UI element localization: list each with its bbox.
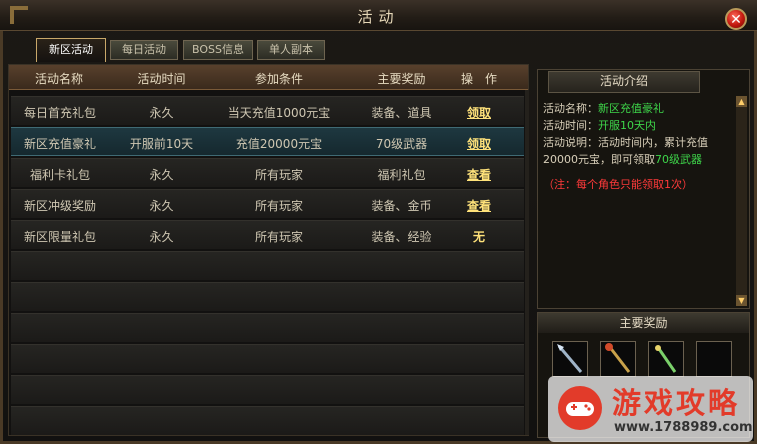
claim-link[interactable]: 领取 [439,135,519,152]
intro-time-label: 活动时间： [543,119,598,132]
activity-time: 永久 [149,199,174,213]
claim-link[interactable]: 领取 [439,104,519,121]
activity-name: 新区限量礼包 [23,230,96,244]
col-header: 活动名称 [34,72,83,86]
tab-boss-info[interactable]: BOSS信息 [183,40,253,60]
intro-desc-highlight: 70级武器 [655,153,702,166]
intro-text: 活动名称：新区充值豪礼 活动时间：开服10天内 活动说明：活动时间内，累计充值2… [543,100,731,193]
empty-row [11,313,524,342]
table-row[interactable]: 新区冲级奖励 永久 所有玩家 装备、金币 查看 [11,189,524,218]
col-header: 操 作 [460,72,497,86]
window-title: 活动 [357,8,400,26]
activity-time: 开服前10天 [129,137,194,151]
activity-name: 每日首充礼包 [23,106,96,120]
empty-row [11,344,524,373]
activity-condition: 所有玩家 [254,168,303,182]
intro-note: （注：每个角色只能领取1次） [543,178,693,191]
activity-intro-panel: 活动介绍 活动名称：新区充值豪礼 活动时间：开服10天内 活动说明：活动时间内，… [537,69,750,309]
table-scrollbar[interactable] [525,90,529,435]
tab-new-server[interactable]: 新区活动 [36,38,106,62]
close-button[interactable]: ✕ [725,8,747,30]
activity-table: 活动名称 活动时间 参加条件 主要奖励 操 作 每日首充礼包 永久 当天充值10… [8,64,529,436]
col-header: 参加条件 [254,72,303,86]
intro-desc-label: 活动说明： [543,136,598,149]
activity-name: 新区冲级奖励 [23,199,96,213]
activity-time: 永久 [149,230,174,244]
sword-icon [655,345,677,373]
scroll-down-icon[interactable]: ▼ [736,295,747,306]
activity-name: 福利卡礼包 [29,168,90,182]
table-row[interactable]: 福利卡礼包 永久 所有玩家 福利礼包 查看 [11,158,524,187]
watermark-url: www.1788989.com [614,420,753,435]
intro-scrollbar[interactable]: ▲ ▼ [736,96,747,306]
reward-slot[interactable] [600,341,636,377]
reward-slot[interactable] [648,341,684,377]
intro-name-value: 新区充值豪礼 [598,102,664,115]
action-none: 无 [472,230,485,244]
empty-row [11,406,524,435]
activity-time: 永久 [149,168,174,182]
intro-time-value: 开服10天内 [598,119,656,132]
col-header: 活动时间 [137,72,186,86]
activity-condition: 所有玩家 [254,230,303,244]
activity-condition: 所有玩家 [254,199,303,213]
activity-name: 新区充值豪礼 [23,137,96,151]
view-link[interactable]: 查看 [439,166,519,183]
empty-row [11,251,524,280]
activity-time: 永久 [149,106,174,120]
staff-icon [605,343,631,373]
tab-daily[interactable]: 每日活动 [110,40,178,60]
tab-solo-dungeon[interactable]: 单人副本 [257,40,325,60]
watermark-title: 游戏攻略 [612,386,741,420]
gamepad-logo-icon [558,386,602,430]
empty-row [11,282,524,311]
intro-title: 活动介绍 [548,71,700,93]
reward-slot[interactable] [552,341,588,377]
scroll-up-icon[interactable]: ▲ [736,96,747,107]
view-link[interactable]: 查看 [439,197,519,214]
activity-condition: 充值20000元宝 [235,137,323,151]
spear-icon [557,344,583,373]
intro-name-label: 活动名称： [543,102,598,115]
table-header: 活动名称 活动时间 参加条件 主要奖励 操 作 [9,65,528,90]
title-bar: 活动 ✕ [0,0,757,31]
empty-row [11,375,524,404]
table-row[interactable]: 新区限量礼包 永久 所有玩家 装备、经验 无 [11,220,524,249]
activity-condition: 当天充值1000元宝 [227,106,331,120]
table-row[interactable]: 每日首充礼包 永久 当天充值1000元宝 装备、道具 领取 [11,96,524,125]
rewards-title: 主要奖励 [538,313,749,333]
table-row-selected[interactable]: 新区充值豪礼 开服前10天 充值20000元宝 70级武器 领取 [11,127,524,156]
watermark: 游戏攻略 www.1788989.com [548,376,753,442]
reward-slot[interactable] [696,341,732,377]
